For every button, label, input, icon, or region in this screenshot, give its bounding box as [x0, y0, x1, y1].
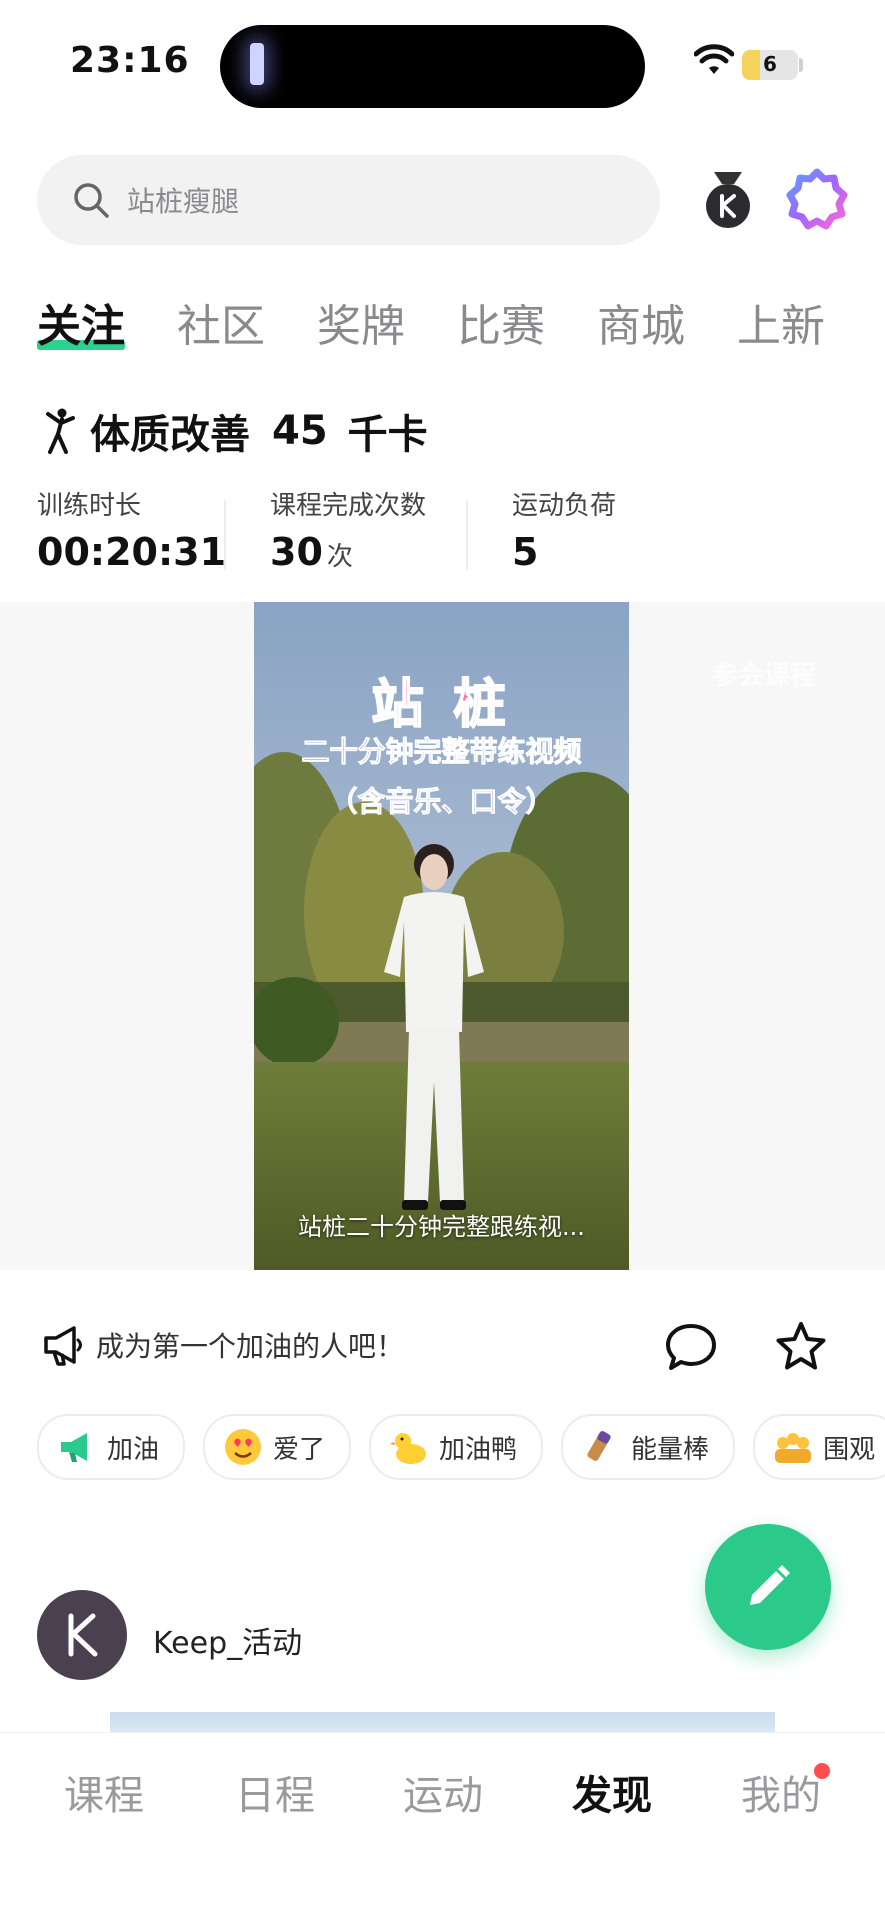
reaction-cheer[interactable]: 加油 — [37, 1414, 186, 1480]
nav-courses[interactable]: 课程 — [64, 1763, 144, 1821]
duck-icon — [389, 1427, 429, 1467]
pencil-icon — [750, 1565, 790, 1605]
energy-bar-icon — [581, 1427, 621, 1467]
reaction-label: 能量棒 — [631, 1434, 710, 1465]
status-time: 23:16 — [70, 40, 190, 81]
nav-me[interactable]: 我的 — [741, 1763, 821, 1821]
tab-competition[interactable]: 比赛 — [457, 290, 545, 354]
video-subtitle-note: （含音乐、口令） — [329, 785, 554, 819]
video-title: 站 桩 — [370, 674, 512, 736]
ai-assistant-icon[interactable] — [786, 168, 848, 230]
workout-summary[interactable]: 体质改善 45 千卡 — [40, 402, 428, 460]
tab-community[interactable]: 社区 — [177, 290, 265, 354]
search-placeholder: 站桩瘦腿 — [127, 185, 240, 218]
metric-unit: 次 — [326, 542, 353, 572]
metric-divider — [224, 500, 226, 570]
metric-value: 00:20:31 — [37, 530, 227, 574]
crowd-icon — [773, 1427, 813, 1467]
author-avatar[interactable] — [37, 1590, 127, 1680]
metric-label: 运动负荷 — [512, 491, 617, 521]
calories-unit: 千卡 — [347, 412, 428, 458]
cheer-row[interactable]: 成为第一个加油的人吧！ — [40, 1322, 404, 1368]
nav-workout[interactable]: 运动 — [403, 1763, 483, 1821]
battery-indicator: 6 — [742, 50, 798, 80]
reaction-love[interactable]: 爱了 — [203, 1414, 352, 1480]
tab-mall[interactable]: 商城 — [597, 290, 685, 354]
metric-label: 课程完成次数 — [270, 491, 427, 521]
metric-value: 30 — [270, 530, 323, 574]
tab-new[interactable]: 上新 — [737, 290, 825, 354]
carousel-next-label: 参会课程 — [712, 661, 817, 691]
author-name[interactable]: Keep_活动 — [153, 1618, 302, 1662]
reaction-label: 爱了 — [273, 1434, 326, 1465]
tab-follow[interactable]: 关注 — [37, 290, 125, 354]
tai-chi-figure-icon — [46, 408, 75, 454]
cheer-prompt: 成为第一个加油的人吧！ — [96, 1330, 405, 1363]
megaphone-icon — [57, 1427, 97, 1467]
dynamic-island — [220, 25, 645, 108]
metric-label: 训练时长 — [37, 491, 142, 521]
reaction-duck[interactable]: 加油鸭 — [369, 1414, 544, 1480]
reaction-label: 围观 — [823, 1434, 876, 1465]
reaction-crowd[interactable]: 围观 — [753, 1414, 885, 1480]
comment-icon[interactable] — [664, 1322, 718, 1374]
megaphone-outline-icon — [44, 1326, 82, 1366]
video-caption: 站桩二十分钟完整跟练视... — [298, 1213, 585, 1241]
flashlight-icon — [250, 43, 264, 85]
reaction-energy-bar[interactable]: 能量棒 — [561, 1414, 736, 1480]
metric-duration: 训练时长 00:20:31 — [37, 485, 226, 574]
battery-tip — [799, 58, 803, 72]
medal-icon[interactable] — [700, 170, 756, 230]
tab-medals[interactable]: 奖牌 — [317, 290, 405, 354]
category-tabs: 关注 社区 奖牌 比赛 商城 上新 — [37, 290, 825, 354]
keep-logo-icon — [68, 1613, 98, 1657]
video-thumbnail[interactable]: 站 桩 二十分钟完整带练视频 （含音乐、口令） 站桩二十分钟完整跟练视... — [254, 602, 629, 1270]
metric-divider — [466, 500, 468, 570]
compose-button[interactable] — [705, 1524, 831, 1650]
search-bar[interactable]: 站桩瘦腿 — [37, 155, 660, 245]
calories-value: 45 — [272, 408, 328, 454]
reaction-label: 加油鸭 — [439, 1434, 518, 1465]
metric-load: 运动负荷 5 — [512, 485, 616, 574]
notification-badge — [814, 1763, 830, 1779]
heart-eyes-icon — [223, 1427, 263, 1467]
workout-title: 体质改善 — [90, 412, 250, 458]
metric-completions: 课程完成次数 30 次 — [270, 485, 426, 574]
search-icon — [74, 183, 109, 218]
bottom-nav: 课程 日程 运动 发现 我的 — [0, 1732, 885, 1921]
wifi-icon — [694, 44, 734, 74]
reaction-chips: 加油 爱了 加油鸭 能量棒 围观 — [37, 1414, 885, 1480]
metric-value: 5 — [512, 530, 539, 574]
reaction-label: 加油 — [107, 1434, 160, 1465]
nav-discover[interactable]: 发现 — [572, 1763, 652, 1821]
nav-schedule[interactable]: 日程 — [235, 1763, 315, 1821]
video-subtitle: 二十分钟完整带练视频 — [301, 735, 582, 769]
favorite-star-icon[interactable] — [774, 1320, 828, 1374]
